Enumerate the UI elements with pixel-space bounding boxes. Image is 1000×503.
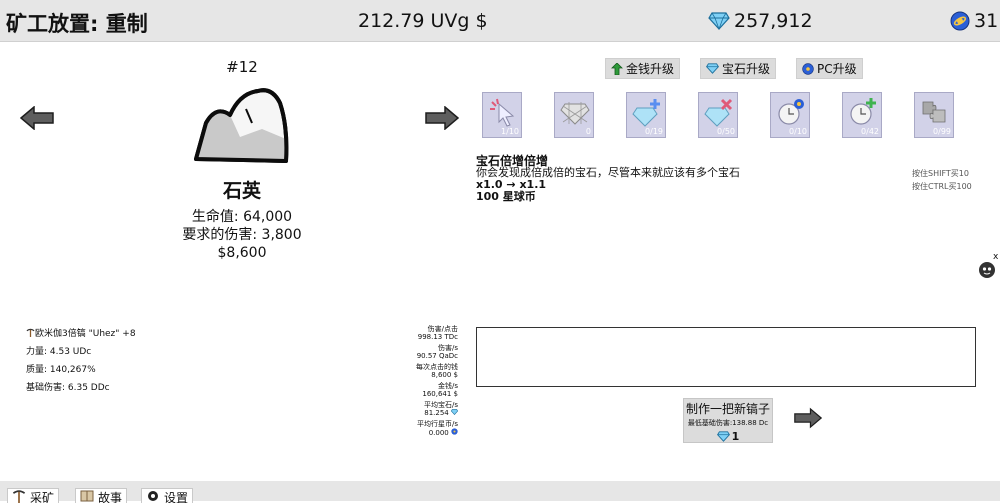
clock-plus-icon — [850, 98, 876, 125]
app-title: 矿工放置: 重制 — [6, 12, 148, 36]
upgrade-level: 0 — [585, 127, 591, 136]
upgrade-tabs: 金钱升级 宝石升级 PC升级 — [605, 58, 863, 79]
upgrade-card-gem-plus[interactable]: 0/19 — [626, 92, 666, 138]
hint-shift: 按住SHIFT买10 — [912, 169, 969, 178]
gem-net-icon — [560, 102, 590, 125]
stat-money-per-second: 金钱/s 160,641 $ — [394, 382, 458, 398]
pickaxe-power: 力量: 4.53 UDc — [26, 347, 92, 357]
stat-label: 平均行星币/s — [416, 420, 458, 428]
planet-coin-icon — [802, 62, 814, 75]
stat-label: 平均宝石/s — [423, 401, 458, 409]
upgrade-card-clock-coin[interactable]: 0/10 — [770, 92, 810, 138]
upgrade-description: 宝石倍增倍增 你会发现成倍成倍的宝石，尽管本来就应该有多个宝石 x1.0 → x… — [476, 155, 836, 203]
stat-value: 8,600 $ — [431, 371, 458, 379]
stat-value: 0.000 — [428, 429, 449, 437]
helper-close-button[interactable]: x — [993, 252, 998, 262]
next-pickaxe-button[interactable] — [794, 407, 823, 433]
rock-name: 石英 — [222, 180, 261, 202]
money-up-icon — [611, 62, 623, 75]
upgrade-card-puzzle[interactable]: 0/99 — [914, 92, 954, 138]
stat-label: 伤害/点击 — [427, 325, 458, 333]
quartz-rock-icon — [194, 88, 289, 163]
clock-coin-icon — [778, 99, 804, 125]
rock-hp: 生命值: 64,000 — [191, 209, 293, 225]
stat-damage-per-second: 伤害/s 90.57 QaDc — [394, 344, 458, 360]
upgrade-level: 1/10 — [501, 127, 519, 136]
puzzle-icon — [922, 101, 946, 123]
rock-damage-required: 要求的伤害: 3,800 — [182, 227, 302, 243]
upgrade-level: 0/99 — [933, 127, 951, 136]
craft-min-damage: 最低基础伤害:138.88 Dc — [687, 419, 769, 427]
craft-label: 制作一把新镐子 — [685, 402, 770, 416]
top-bar: 矿工放置: 重制 212.79 UVg $ 257,912 31 — [0, 0, 1000, 42]
gem-icon — [708, 12, 730, 30]
tab-pc-upgrades[interactable]: PC升级 — [796, 58, 863, 79]
stat-label: 每次点击的钱 — [416, 363, 458, 371]
pickaxe-name-row: 欧米伽3倍镐 "Uhez" +8 — [26, 325, 136, 343]
upgrade-level: 0/50 — [717, 127, 735, 136]
stat-coins-per-second: 平均行星币/s 0.000 — [394, 420, 458, 437]
arrow-right-icon — [425, 105, 460, 131]
pickaxe-name: 欧米伽3倍镐 "Uhez" +8 — [35, 329, 136, 339]
stat-damage-per-click: 伤害/点击 998.13 TDc — [394, 325, 458, 341]
stat-value: 90.57 QaDc — [416, 352, 458, 360]
arrow-left-icon — [19, 105, 54, 131]
tab-gem-upgrades[interactable]: 宝石升级 — [700, 58, 777, 79]
tab-label: 金钱升级 — [626, 62, 675, 76]
planet-coin-counter: 31 — [950, 10, 998, 32]
gem-counter: 257,912 — [708, 10, 813, 32]
upgrade-card-clock-plus[interactable]: 0/42 — [842, 92, 882, 138]
money-counter: 212.79 UVg $ — [358, 10, 488, 32]
rock-image[interactable] — [192, 87, 292, 171]
stat-label: 伤害/s — [437, 344, 458, 352]
stat-value: 998.13 TDc — [417, 333, 458, 341]
planet-coin-count: 31 — [974, 10, 999, 32]
stat-value: 81.254 — [424, 409, 449, 417]
upgrade-level: 0/10 — [789, 127, 807, 136]
gem-plus-icon — [632, 99, 660, 127]
buy-hints: 按住SHIFT买10 按住CTRL买100 — [912, 167, 972, 193]
craft-pickaxe-button[interactable]: 制作一把新镐子 最低基础伤害:138.88 Dc 1 — [683, 398, 773, 443]
pickaxe-icon — [26, 328, 35, 337]
stat-gems-per-second: 平均宝石/s 81.254 — [394, 401, 459, 417]
tab-label: PC升级 — [817, 62, 857, 76]
craft-cost: 1 — [684, 430, 772, 443]
bottom-nav: 采矿 故事 设置 — [0, 481, 1000, 503]
pickaxe-stats: 欧米伽3倍镐 "Uhez" +8 力量: 4.53 UDc 质量: 140,26… — [26, 325, 136, 397]
pickaxe-base-damage: 基础伤害: 6.35 DDc — [26, 383, 110, 393]
stat-value: 160,641 $ — [422, 390, 458, 398]
rock-reward: $8,600 — [217, 245, 267, 261]
upgrade-card-click[interactable]: 1/10 — [482, 92, 522, 138]
gem-count: 257,912 — [734, 10, 813, 32]
stat-value-row: 0.000 — [394, 428, 458, 437]
gem-multiply-icon — [704, 98, 733, 127]
craft-cost-value: 1 — [731, 430, 740, 443]
pickaxe-quality: 质量: 140,267% — [26, 365, 96, 375]
upgrade-level: 0/42 — [861, 127, 879, 136]
upgrade-level: 0/19 — [645, 127, 663, 136]
upgrade-card-gem-multiply[interactable]: 0/50 — [698, 92, 738, 138]
gem-icon — [450, 409, 459, 416]
next-rock-button[interactable] — [425, 105, 460, 134]
stat-value-row: 81.254 — [394, 409, 459, 417]
tab-label: 宝石升级 — [722, 62, 771, 76]
prev-rock-button[interactable] — [19, 105, 54, 134]
mining-stats: 伤害/点击 998.13 TDc 伤害/s 90.57 QaDc 每次点击的钱 … — [394, 325, 459, 440]
gem-icon — [706, 63, 719, 74]
hint-ctrl: 按住CTRL买100 — [912, 182, 972, 191]
planet-coin-icon — [950, 11, 970, 31]
arrow-right-icon — [794, 407, 823, 429]
tab-money-upgrades[interactable]: 金钱升级 — [605, 58, 681, 79]
message-log[interactable] — [476, 327, 976, 387]
rock-number: #12 — [226, 58, 258, 76]
rock-stats: 生命值: 64,000 要求的伤害: 3,800 $8,600 — [160, 208, 324, 262]
planet-coin-icon — [451, 428, 458, 435]
cursor-icon — [490, 98, 515, 127]
gem-icon — [716, 431, 730, 442]
helper-widget[interactable]: x — [978, 252, 998, 284]
stat-money-per-click: 每次点击的钱 8,600 $ — [394, 363, 458, 379]
upgrade-cost: 100 星球币 — [476, 190, 536, 203]
upgrade-card-gem-net[interactable]: 0 — [554, 92, 594, 138]
stat-label: 金钱/s — [437, 382, 458, 390]
